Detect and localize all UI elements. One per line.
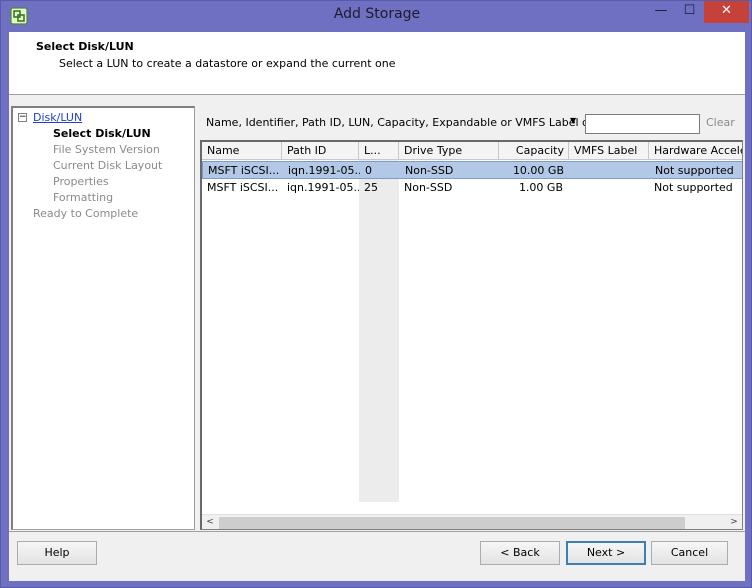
- step-disk-lun[interactable]: Disk/LUN: [33, 111, 82, 124]
- window-title: Add Storage: [333, 6, 421, 22]
- wizard-client-area: Select Disk/LUN Select a LUN to create a…: [9, 32, 745, 581]
- chevron-down-icon[interactable]: ▼: [570, 116, 576, 125]
- cell-name: MSFT iSCSI...: [208, 164, 280, 177]
- cell-vmfs-label: [570, 162, 650, 179]
- cell-drive-type: Non-SSD: [405, 164, 454, 177]
- step-file-system-version: File System Version: [53, 143, 160, 156]
- filter-field-selector[interactable]: Name, Identifier, Path ID, LUN, Capacity…: [206, 116, 599, 129]
- help-button[interactable]: Help: [17, 541, 97, 565]
- horizontal-scrollbar[interactable]: < >: [202, 514, 742, 529]
- scroll-left-icon[interactable]: <: [202, 515, 218, 529]
- wizard-header: Select Disk/LUN Select a LUN to create a…: [9, 32, 745, 95]
- column-header-path-id[interactable]: Path ID: [282, 142, 359, 160]
- title-bar[interactable]: Add Storage — ☐ ✕: [1, 1, 752, 32]
- cell-lun: 25: [364, 181, 378, 194]
- table-row[interactable]: MSFT iSCSI... iqn.1991-05.... 0 Non-SSD …: [202, 161, 742, 179]
- cell-capacity: 1.00 GB: [518, 181, 563, 194]
- clear-filter-link[interactable]: Clear: [706, 116, 735, 129]
- table-row[interactable]: MSFT iSCSI... iqn.1991-05.... 25 Non-SSD…: [202, 179, 742, 197]
- step-current-disk-layout: Current Disk Layout: [53, 159, 163, 172]
- step-ready-to-complete: Ready to Complete: [33, 207, 139, 220]
- cell-lun: 0: [365, 164, 372, 177]
- cell-path-id: iqn.1991-05....: [288, 164, 360, 177]
- wizard-steps-panel: − Disk/LUN Select Disk/LUN File System V…: [11, 106, 195, 530]
- scrollbar-thumb[interactable]: [219, 517, 685, 529]
- filter-input[interactable]: [585, 114, 700, 134]
- cancel-button[interactable]: Cancel: [651, 541, 728, 565]
- column-header-capacity[interactable]: Capacity: [499, 142, 569, 160]
- cell-drive-type: Non-SSD: [404, 181, 453, 194]
- back-button[interactable]: < Back: [480, 541, 560, 565]
- column-header-hardware-acceleration[interactable]: Hardware Acceleration: [649, 142, 742, 160]
- cell-name: MSFT iSCSI...: [207, 181, 279, 194]
- page-title: Select Disk/LUN: [36, 40, 134, 53]
- step-formatting: Formatting: [53, 191, 114, 204]
- table-header: Name Path ID L... Drive Type Capacity VM…: [202, 142, 742, 160]
- cell-hardware-acceleration: Not supported: [654, 181, 733, 194]
- column-header-drive-type[interactable]: Drive Type: [399, 142, 499, 160]
- cell-path-id: iqn.1991-05....: [287, 181, 359, 194]
- step-select-disk-lun: Select Disk/LUN: [53, 127, 151, 140]
- add-storage-window: Add Storage — ☐ ✕ Select Disk/LUN Select…: [0, 0, 752, 588]
- collapse-icon[interactable]: −: [18, 113, 27, 122]
- cell-vmfs-label: [569, 179, 649, 196]
- page-subtitle: Select a LUN to create a datastore or ex…: [59, 57, 396, 70]
- cell-capacity: 10.00 GB: [512, 164, 564, 177]
- lun-table: Name Path ID L... Drive Type Capacity VM…: [200, 140, 743, 530]
- column-header-lun[interactable]: L...: [359, 142, 399, 160]
- minimize-button[interactable]: —: [647, 1, 675, 23]
- column-header-name[interactable]: Name: [202, 142, 282, 160]
- maximize-button[interactable]: ☐: [676, 1, 703, 23]
- step-properties: Properties: [53, 175, 109, 188]
- close-button[interactable]: ✕: [704, 1, 749, 23]
- scroll-right-icon[interactable]: >: [726, 515, 742, 529]
- footer-divider: [9, 531, 745, 532]
- sorted-column-highlight: [359, 160, 399, 502]
- column-header-vmfs-label[interactable]: VMFS Label: [569, 142, 649, 160]
- cell-hardware-acceleration: Not supported: [655, 164, 734, 177]
- next-button[interactable]: Next >: [566, 541, 646, 565]
